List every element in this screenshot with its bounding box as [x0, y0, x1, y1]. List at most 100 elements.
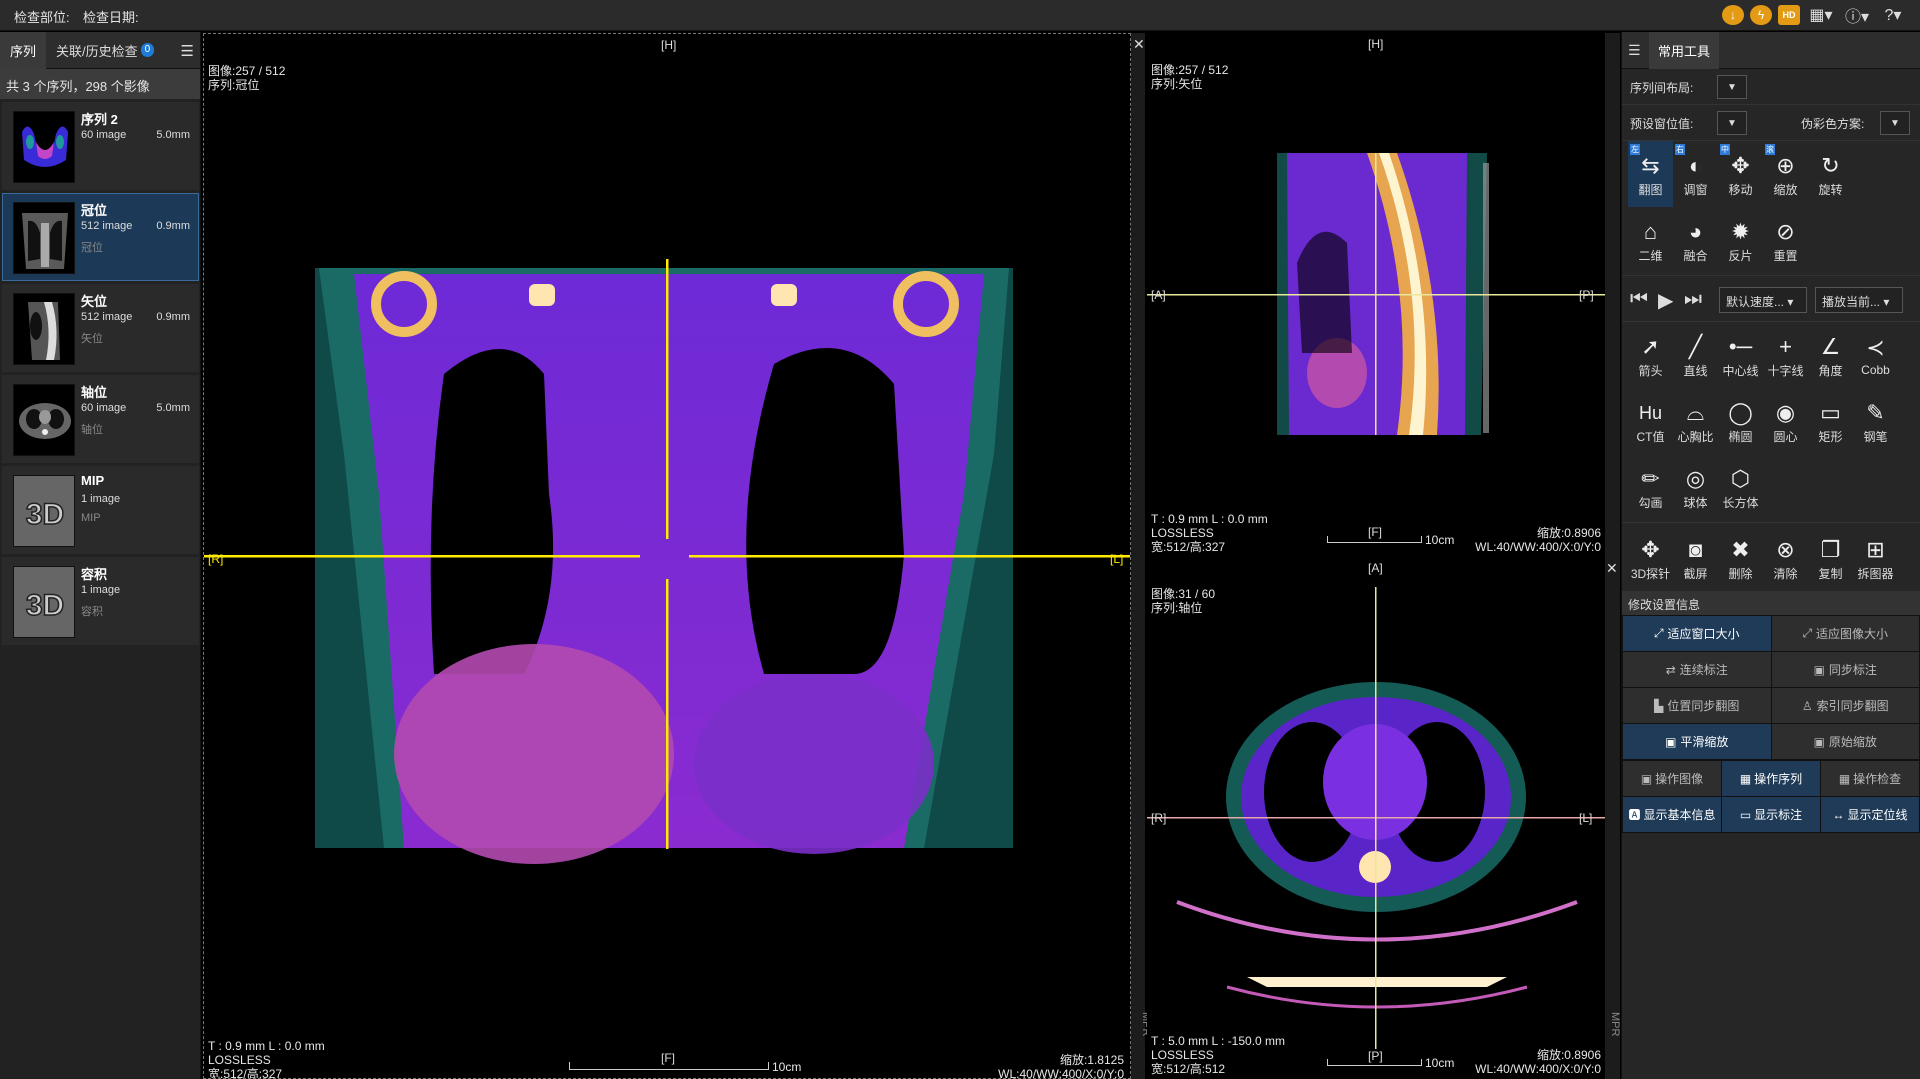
viewport-coronal[interactable]: [H] [F] [R] [L] 图像:257 / 512 序列:冠位 T : 0… — [203, 33, 1131, 1079]
index-sync-button[interactable]: ♙ 索引同步翻图 — [1771, 688, 1919, 723]
series-item-sagittal[interactable]: 矢位 512 image 0.9mm 矢位 — [2, 284, 199, 372]
operate-image-button[interactable]: ▣ 操作图像 — [1623, 761, 1721, 796]
series-item-coronal[interactable]: 冠位 512 image 0.9mm 冠位 — [2, 193, 199, 281]
series-name: 轴位 — [81, 385, 108, 400]
play-icon[interactable]: ▶ — [1658, 288, 1673, 313]
pseudo-color-label: 伪彩色方案: — [1801, 117, 1865, 131]
position-sync-button[interactable]: ▙ 位置同步翻图 — [1623, 688, 1771, 723]
show-basic-info-button[interactable]: 🅰 显示基本信息 — [1623, 797, 1721, 832]
tool-3d-probe[interactable]: ✥ 3D探针 — [1628, 525, 1673, 591]
pseudo-color-select[interactable]: ▼ — [1880, 111, 1910, 135]
tool-window[interactable]: 右 ◐ 调窗 — [1673, 141, 1718, 207]
series-item-mip[interactable]: 3D MIP 1 image MIP — [2, 466, 199, 554]
tool-circle-center[interactable]: ◉ 圆心 — [1763, 388, 1808, 454]
operate-exam-button[interactable]: ▦ 操作检查 — [1821, 761, 1919, 796]
tool-delete[interactable]: ✖ 删除 — [1718, 525, 1763, 591]
tab-series[interactable]: 序列 — [0, 31, 47, 69]
tool-split[interactable]: ⊞ 拆图器 — [1853, 525, 1898, 591]
tool-zoom[interactable]: 滚 ⊕ 缩放 — [1763, 141, 1808, 207]
sync-annotation-button[interactable]: ▣ 同步标注 — [1771, 652, 1919, 687]
image-index: 图像:257 / 512 — [208, 64, 286, 78]
tool-sphere[interactable]: ◎ 球体 — [1673, 454, 1718, 520]
cardiothoracic-icon: ⌓ — [1686, 399, 1705, 425]
tool-angle[interactable]: ∠ 角度 — [1808, 322, 1853, 388]
series-item-volume[interactable]: 3D 容积 1 image 容积 — [2, 557, 199, 645]
tool-rectangle[interactable]: ▭ 矩形 — [1808, 388, 1853, 454]
tool-ellipse[interactable]: ◯ 椭圆 — [1718, 388, 1763, 454]
copy-icon: ❐ — [1820, 536, 1841, 562]
series-count: 1 image — [81, 584, 121, 596]
hd-icon[interactable]: HD — [1778, 5, 1800, 25]
dir-right: [L] — [1110, 552, 1124, 566]
contrast-icon: ◐ — [1688, 152, 1703, 178]
series-name: 冠位 — [81, 203, 108, 218]
tool-ct-value[interactable]: Hu CT值 — [1628, 388, 1673, 454]
show-annotation-button[interactable]: ▭ 显示标注 — [1722, 797, 1820, 832]
speed-select[interactable]: 默认速度... ▾ — [1719, 287, 1807, 313]
close-axial-icon[interactable]: ✕ — [1606, 560, 1618, 577]
tool-move[interactable]: 中 ✥ 移动 — [1718, 141, 1763, 207]
mpr-label: MPR — [1609, 1012, 1621, 1037]
tool-arrow[interactable]: ➚ 箭头 — [1628, 322, 1673, 388]
window-level: WL:40/WW:400/X:0/Y:0 — [998, 1067, 1124, 1079]
tool-2d[interactable]: ⌂ 二维 — [1628, 207, 1673, 273]
overlay-bottom-left: T : 0.9 mm L : 0.0 mm LOSSLESS 宽:512/高:3… — [1151, 512, 1268, 553]
tool-cobb[interactable]: ≺ Cobb — [1853, 322, 1898, 388]
layout-icon[interactable]: ▦▾ — [1806, 5, 1836, 25]
lightning-icon[interactable]: ϟ — [1750, 5, 1772, 25]
overlay-top-left: 图像:31 / 60 序列:轴位 — [1151, 587, 1215, 615]
next-frame-icon[interactable]: ⏭ — [1684, 288, 1702, 311]
thumb-3d-text: 3D — [26, 498, 64, 531]
tool-page-flip[interactable]: 左 ⇆ 翻图 — [1628, 141, 1673, 207]
tool-cardiothoracic[interactable]: ⌓ 心胸比 — [1673, 388, 1718, 454]
menu-icon[interactable]: ☰ — [181, 42, 194, 60]
series-count: 60 image — [81, 129, 127, 141]
tool-centerline[interactable]: •─ 中心线 — [1718, 322, 1763, 388]
info-icon[interactable]: ⓘ▾ — [1842, 5, 1872, 26]
operate-buttons: ▣ 操作图像 ▦ 操作序列 ▦ 操作检查 🅰 显示基本信息 ▭ 显示标注 ↔ 显… — [1622, 760, 1920, 833]
tool-clear[interactable]: ⊗ 清除 — [1763, 525, 1808, 591]
tool-rotate[interactable]: ↻ 旋转 — [1808, 141, 1853, 207]
viewport-sagittal[interactable]: [H] [F] [A] [P] 图像:257 / 512 序列:矢位 T : 0… — [1147, 33, 1605, 553]
prev-frame-icon[interactable]: ⏮ — [1630, 288, 1648, 311]
series-item-axial[interactable]: 轴位 60 image 5.0mm 轴位 — [2, 375, 199, 463]
continuous-annotation-button[interactable]: ⇄ 连续标注 — [1623, 652, 1771, 687]
series-subtitle: 容积 — [81, 606, 103, 618]
viewport-axial[interactable]: [A] [P] [R] [L] 图像:31 / 60 序列:轴位 T : 5.0… — [1147, 557, 1605, 1079]
tool-copy[interactable]: ❐ 复制 — [1808, 525, 1853, 591]
tab-related-history[interactable]: 关联/历史检查 0 — [46, 32, 164, 69]
play-mode-select[interactable]: 播放当前... ▾ — [1815, 287, 1903, 313]
tool-screenshot[interactable]: ◙ 截屏 — [1673, 525, 1718, 591]
close-coronal-icon[interactable]: ✕ — [1133, 36, 1145, 53]
tool-crosshair[interactable]: + 十字线 — [1763, 322, 1808, 388]
fit-image-button[interactable]: ⤢ 适应图像大小 — [1771, 616, 1919, 651]
slice-thickness: T : 0.9 mm L : 0.0 mm — [208, 1039, 325, 1053]
download-icon[interactable]: ↓ — [1722, 5, 1744, 25]
tool-reset[interactable]: ⊘ 重置 — [1763, 207, 1808, 273]
exam-date-label: 检查日期: — [83, 10, 139, 25]
tool-line[interactable]: ╱ 直线 — [1673, 322, 1718, 388]
series-label: 序列:轴位 — [1151, 601, 1203, 615]
tool-draw[interactable]: ✏ 勾画 — [1628, 454, 1673, 520]
smooth-zoom-button[interactable]: ▣ 平滑缩放 — [1623, 724, 1771, 759]
window-select[interactable]: ▼ — [1717, 111, 1747, 135]
zoom-level: 缩放:1.8125 — [1059, 1053, 1124, 1067]
series-item-2[interactable]: 序列 2 60 image 5.0mm — [2, 102, 199, 190]
tool-pen[interactable]: ✎ 钢笔 — [1853, 388, 1898, 454]
show-locator-button[interactable]: ↔ 显示定位线 — [1821, 797, 1919, 832]
delete-icon: ✖ — [1731, 536, 1750, 562]
tool-invert[interactable]: ✹ 反片 — [1718, 207, 1763, 273]
original-zoom-button[interactable]: ▣ 原始缩放 — [1771, 724, 1919, 759]
series-subtitle: 矢位 — [81, 333, 103, 345]
fit-window-button[interactable]: ⤢ 适应窗口大小 — [1623, 616, 1771, 651]
tab-common-tools[interactable]: 常用工具 — [1649, 32, 1719, 69]
operate-series-button[interactable]: ▦ 操作序列 — [1722, 761, 1820, 796]
tool-cuboid[interactable]: ⬡ 长方体 — [1718, 454, 1763, 520]
help-icon[interactable]: ?▾ — [1878, 5, 1908, 25]
series-thumbnail — [13, 111, 75, 183]
series-thickness: 5.0mm — [156, 402, 190, 414]
layout-select[interactable]: ▼ — [1717, 75, 1747, 99]
menu-icon[interactable]: ☰ — [1628, 42, 1641, 59]
sidebar-tabs: 序列 关联/历史检查 0 ☰ — [0, 31, 200, 69]
tool-fusion[interactable]: ◕ 融合 — [1673, 207, 1718, 273]
